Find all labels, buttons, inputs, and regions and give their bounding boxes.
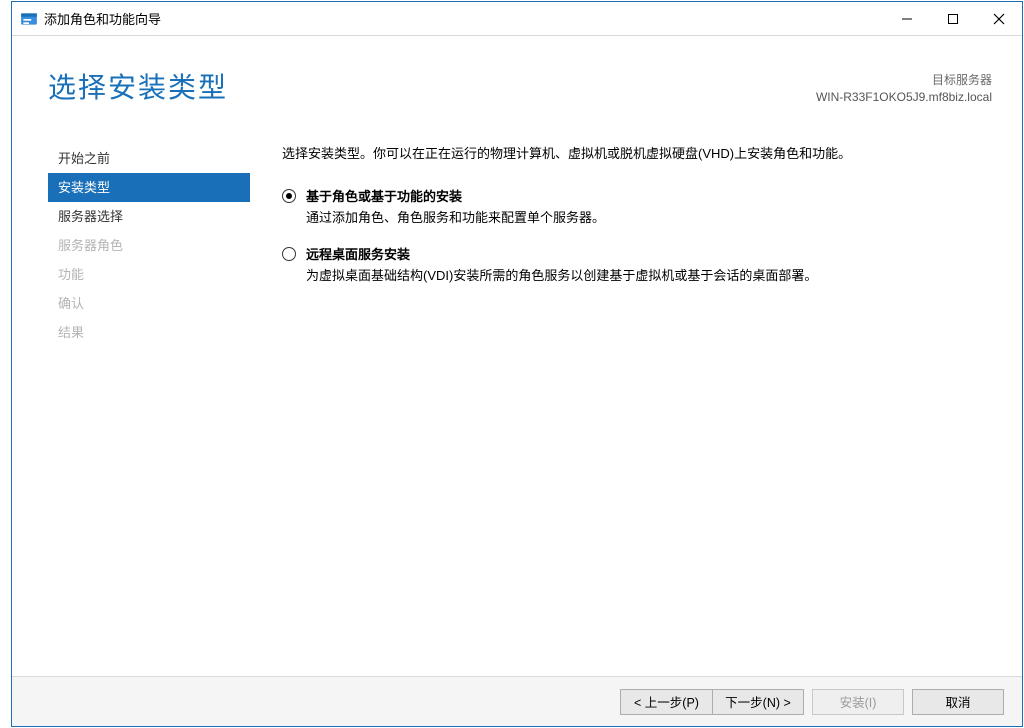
header: 选择安装类型 目标服务器 WIN-R33F1OKO5J9.mf8biz.loca… — [12, 36, 1022, 118]
option-remote-desktop[interactable]: 远程桌面服务安装 为虚拟桌面基础结构(VDI)安装所需的角色服务以创建基于虚拟机… — [282, 244, 972, 284]
option-role-based-desc: 通过添加角色、角色服务和功能来配置单个服务器。 — [306, 207, 605, 226]
wizard-window: 添加角色和功能向导 选择安装类型 目标服务器 WIN-R33F1OKO5J9.m… — [11, 1, 1023, 727]
maximize-button[interactable] — [930, 2, 976, 35]
nav-results: 结果 — [48, 318, 250, 347]
nav-server-selection[interactable]: 服务器选择 — [48, 202, 250, 231]
target-server-box: 目标服务器 WIN-R33F1OKO5J9.mf8biz.local — [816, 66, 992, 106]
option-role-based[interactable]: 基于角色或基于功能的安装 通过添加角色、角色服务和功能来配置单个服务器。 — [282, 186, 972, 226]
prev-button[interactable]: < 上一步(P) — [620, 689, 712, 715]
radio-role-based[interactable] — [282, 189, 296, 203]
prev-next-group: < 上一步(P) 下一步(N) > — [620, 689, 804, 715]
install-button: 安装(I) — [812, 689, 904, 715]
instruction-text: 选择安装类型。你可以在正在运行的物理计算机、虚拟机或脱机虚拟硬盘(VHD)上安装… — [282, 144, 972, 164]
nav-before-you-begin[interactable]: 开始之前 — [48, 144, 250, 173]
target-server-value: WIN-R33F1OKO5J9.mf8biz.local — [816, 89, 992, 106]
minimize-button[interactable] — [884, 2, 930, 35]
nav-installation-type[interactable]: 安装类型 — [48, 173, 250, 202]
close-button[interactable] — [976, 2, 1022, 35]
cancel-button[interactable]: 取消 — [912, 689, 1004, 715]
sidebar: 开始之前 安装类型 服务器选择 服务器角色 功能 确认 结果 — [48, 118, 250, 676]
app-icon — [20, 10, 38, 28]
nav-server-roles: 服务器角色 — [48, 231, 250, 260]
nav-features: 功能 — [48, 260, 250, 289]
body: 开始之前 安装类型 服务器选择 服务器角色 功能 确认 结果 选择安装类型。你可… — [12, 118, 1022, 676]
content: 选择安装类型。你可以在正在运行的物理计算机、虚拟机或脱机虚拟硬盘(VHD)上安装… — [250, 118, 1022, 676]
option-role-based-title: 基于角色或基于功能的安装 — [306, 186, 605, 205]
target-server-label: 目标服务器 — [816, 72, 992, 89]
radio-remote-desktop[interactable] — [282, 247, 296, 261]
titlebar: 添加角色和功能向导 — [12, 2, 1022, 36]
option-remote-desktop-desc: 为虚拟桌面基础结构(VDI)安装所需的角色服务以创建基于虚拟机或基于会话的桌面部… — [306, 265, 817, 284]
option-remote-desktop-title: 远程桌面服务安装 — [306, 244, 817, 263]
next-button[interactable]: 下一步(N) > — [712, 689, 804, 715]
window-title: 添加角色和功能向导 — [44, 9, 161, 28]
nav-confirmation: 确认 — [48, 289, 250, 318]
footer: < 上一步(P) 下一步(N) > 安装(I) 取消 — [12, 676, 1022, 726]
page-title: 选择安装类型 — [48, 66, 816, 106]
window-controls — [884, 2, 1022, 35]
